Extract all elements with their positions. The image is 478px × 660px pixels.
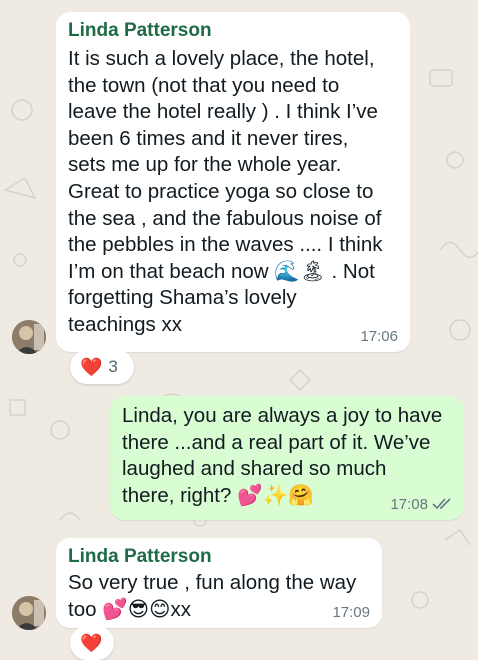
message-timestamp: 17:06 <box>360 328 398 345</box>
message-bubble[interactable]: Linda Patterson It is such a lovely plac… <box>56 12 410 352</box>
avatar-photo <box>12 320 46 354</box>
message-bubble[interactable]: Linda, you are always a joy to have ther… <box>110 396 464 520</box>
message-text: It is such a lovely place, the hotel, th… <box>68 47 383 336</box>
message-timestamp: 17:08 <box>390 496 428 513</box>
message-timestamp: 17:09 <box>332 604 370 621</box>
double-check-icon <box>432 498 451 510</box>
reaction-badge[interactable]: ❤️ <box>70 626 114 660</box>
reaction-badge[interactable]: ❤️ 3 <box>70 350 134 384</box>
heart-icon: ❤️ <box>80 356 103 377</box>
avatar[interactable] <box>12 596 46 630</box>
reaction-count: 3 <box>108 357 118 376</box>
avatar[interactable] <box>12 320 46 354</box>
sender-name[interactable]: Linda Patterson <box>68 546 212 568</box>
message-text: So very true , fun along the way too 💕😎😊… <box>68 571 357 621</box>
message-bubble[interactable]: Linda Patterson So very true , fun along… <box>56 538 382 628</box>
message-text: Linda, you are always a joy to have ther… <box>122 404 443 507</box>
heart-icon: ❤️ <box>80 632 103 653</box>
avatar-photo <box>12 596 46 630</box>
sender-name[interactable]: Linda Patterson <box>68 20 212 42</box>
